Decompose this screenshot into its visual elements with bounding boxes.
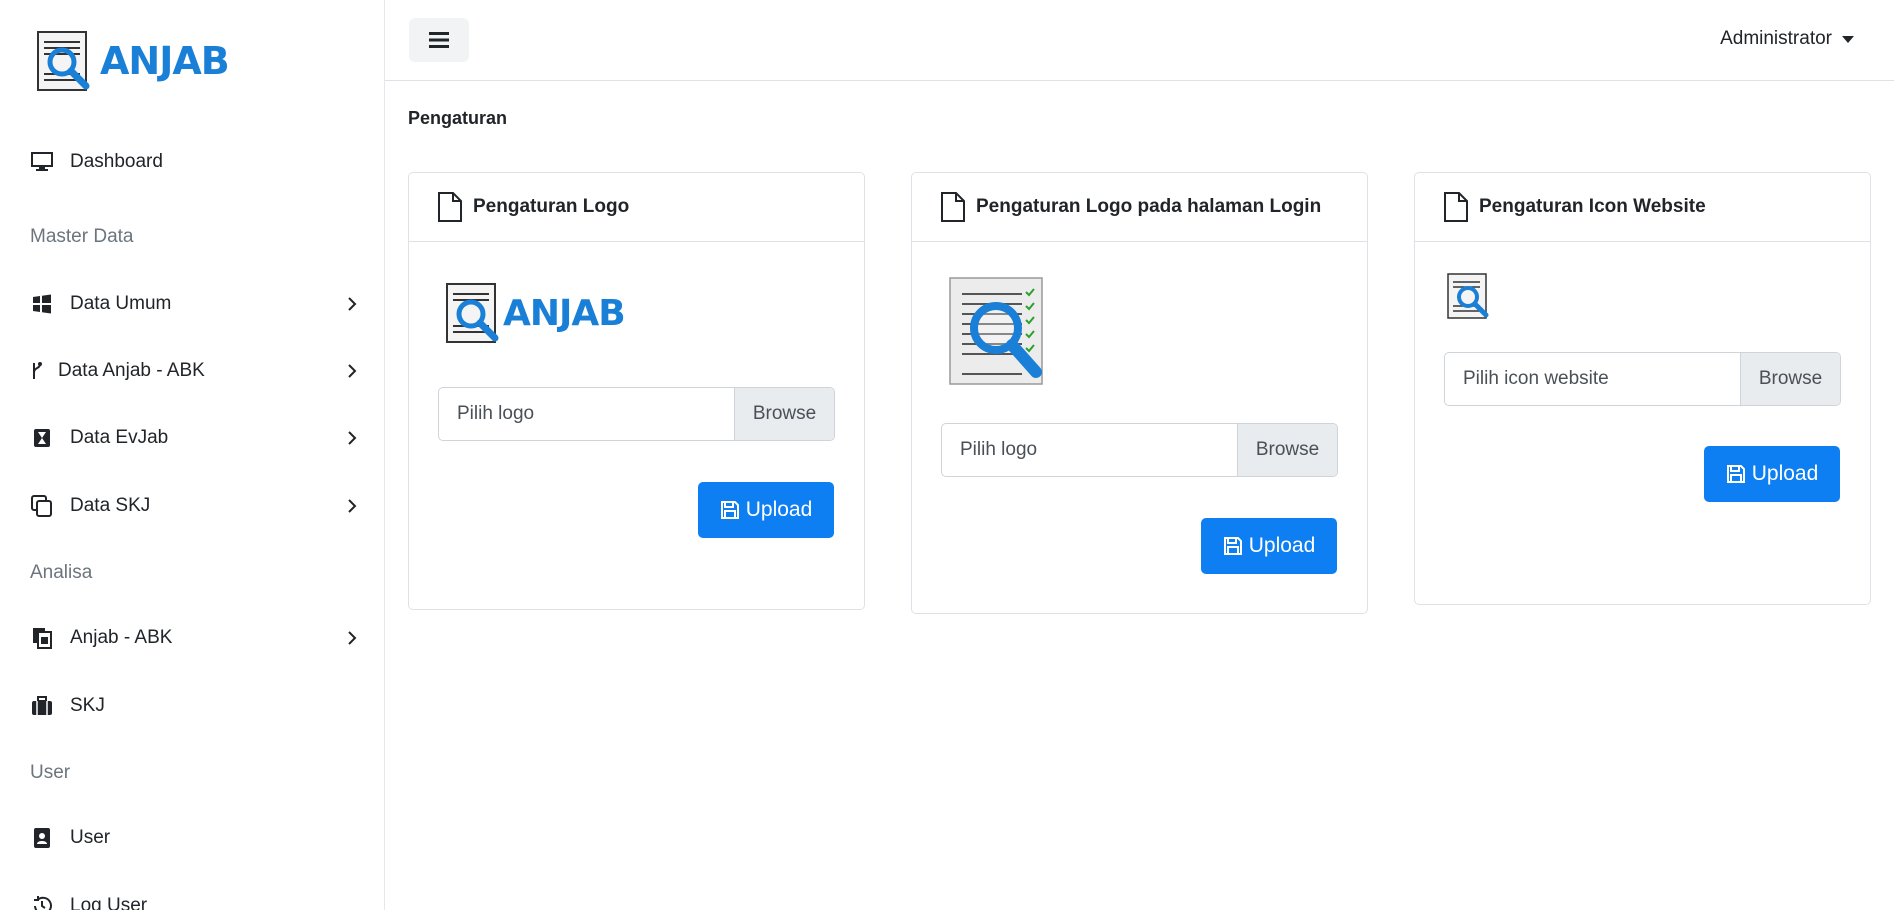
save-icon: [720, 501, 739, 519]
login-logo-file-input[interactable]: Pilih logo Browse: [941, 423, 1338, 477]
contact-book-icon: [30, 826, 54, 850]
history-icon: [30, 894, 54, 910]
files-icon: [30, 626, 54, 650]
sidebar-item-anjab-abk[interactable]: Anjab - ABK: [30, 618, 360, 658]
chevron-right-icon: [348, 631, 357, 645]
sidebar-item-label: Anjab - ABK: [70, 627, 173, 648]
brand-logo[interactable]: ANJAB: [36, 30, 230, 92]
section-user: User: [30, 762, 71, 783]
user-name: Administrator: [1720, 28, 1832, 49]
logo-file-input[interactable]: Pilih logo Browse: [438, 387, 835, 441]
chevron-right-icon: [348, 499, 357, 513]
website-icon-preview-icon: [1447, 273, 1489, 319]
upload-website-icon-button[interactable]: Upload: [1704, 446, 1840, 502]
save-icon: [1223, 537, 1242, 555]
card-title: Pengaturan Logo: [473, 196, 630, 217]
user-dropdown[interactable]: Administrator: [1720, 28, 1854, 50]
login-logo-preview-icon: [949, 277, 1043, 385]
upload-logo-button[interactable]: Upload: [698, 482, 834, 538]
logo-preview-text: ANJAB: [503, 292, 626, 334]
sidebar-item-label: Data SKJ: [70, 495, 151, 516]
upload-login-logo-button[interactable]: Upload: [1201, 518, 1337, 574]
upload-label: Upload: [745, 498, 813, 521]
section-master-data: Master Data: [30, 226, 134, 247]
card-header: Pengaturan Icon Website: [1415, 173, 1870, 242]
sidebar-item-label: User: [70, 827, 111, 848]
card-website-icon-settings: Pengaturan Icon Website Pilih icon websi…: [1414, 172, 1871, 605]
chevron-right-icon: [348, 297, 357, 311]
file-icon: [1444, 192, 1468, 222]
monitor-icon: [30, 150, 54, 174]
file-icon: [941, 192, 965, 222]
topbar: Administrator: [385, 0, 1894, 81]
sidebar-item-data-umum[interactable]: Data Umum: [30, 284, 360, 324]
upload-label: Upload: [1751, 462, 1819, 485]
sidebar-item-data-skj[interactable]: Data SKJ: [30, 486, 360, 526]
page-title: Pengaturan: [408, 108, 508, 128]
sidebar-item-label: SKJ: [70, 695, 105, 716]
sidebar: ANJAB Dashboard Master Data Data Umum Da…: [0, 0, 385, 910]
upload-label: Upload: [1248, 534, 1316, 557]
sidebar-item-dashboard[interactable]: Dashboard: [30, 142, 360, 182]
browse-button[interactable]: Browse: [1740, 353, 1840, 405]
briefcase-icon: [30, 694, 54, 718]
file-input-placeholder[interactable]: Pilih icon website: [1445, 353, 1740, 405]
copy-icon: [30, 494, 54, 518]
sidebar-item-data-anjab-abk[interactable]: Data Anjab - ABK: [30, 351, 360, 391]
branch-icon: [30, 359, 44, 383]
hourglass-icon: [30, 426, 54, 450]
windows-icon: [30, 292, 54, 316]
card-title: Pengaturan Logo pada halaman Login: [976, 196, 1322, 217]
caret-down-icon: [1842, 35, 1854, 43]
save-icon: [1726, 465, 1745, 483]
brand-name: ANJAB: [100, 39, 230, 83]
sidebar-item-label: Log User: [70, 895, 148, 910]
card-header: Pengaturan Logo pada halaman Login: [912, 173, 1367, 242]
document-search-logo-icon: [37, 31, 90, 91]
browse-button[interactable]: Browse: [734, 388, 834, 440]
chevron-right-icon: [348, 431, 357, 445]
website-icon-file-input[interactable]: Pilih icon website Browse: [1444, 352, 1841, 406]
sidebar-item-log-user[interactable]: Log User: [30, 886, 360, 910]
file-icon: [438, 192, 462, 222]
sidebar-item-skj[interactable]: SKJ: [30, 686, 360, 726]
sidebar-item-data-evjab[interactable]: Data EvJab: [30, 418, 360, 458]
sidebar-toggle-button[interactable]: [409, 18, 469, 62]
logo-preview: ANJAB: [445, 282, 626, 344]
sidebar-item-label: Data Anjab - ABK: [58, 360, 205, 381]
card-title: Pengaturan Icon Website: [1479, 196, 1706, 217]
chevron-right-icon: [348, 364, 357, 378]
sidebar-item-label: Dashboard: [70, 151, 163, 172]
card-header: Pengaturan Logo: [409, 173, 864, 242]
card-logo-settings: Pengaturan Logo ANJAB Pilih logo Browse …: [408, 172, 865, 610]
document-search-logo-icon: [446, 283, 499, 343]
sidebar-item-label: Data Umum: [70, 293, 172, 314]
hamburger-icon: [429, 32, 449, 48]
file-input-placeholder[interactable]: Pilih logo: [942, 424, 1237, 476]
sidebar-item-user[interactable]: User: [30, 818, 360, 858]
card-login-logo-settings: Pengaturan Logo pada halaman Login Pilih…: [911, 172, 1368, 614]
sidebar-item-label: Data EvJab: [70, 427, 169, 448]
file-input-placeholder[interactable]: Pilih logo: [439, 388, 734, 440]
browse-button[interactable]: Browse: [1237, 424, 1337, 476]
section-analisa: Analisa: [30, 562, 93, 583]
